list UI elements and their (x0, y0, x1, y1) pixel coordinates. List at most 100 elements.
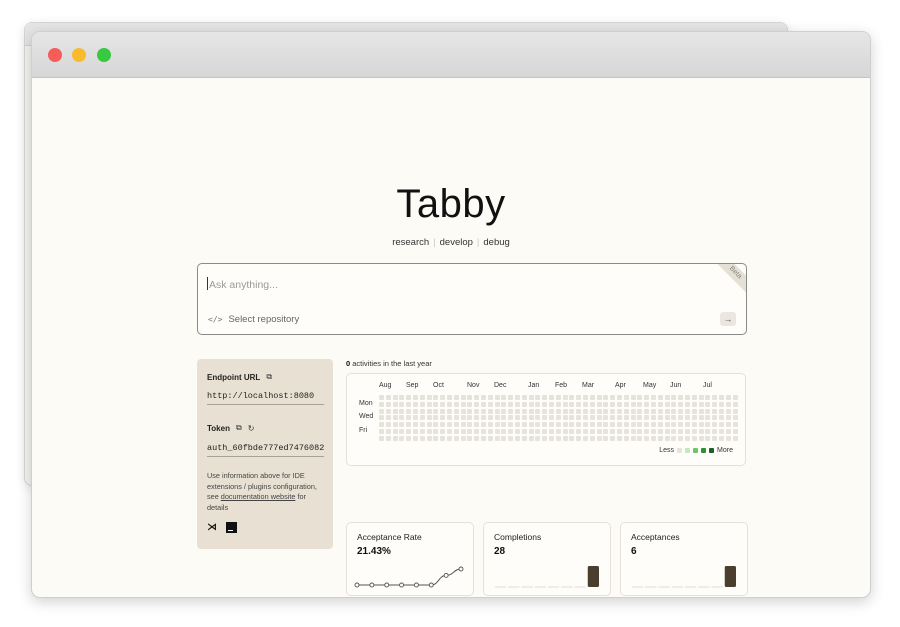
heatmap-cell[interactable] (521, 401, 527, 407)
heatmap-cell[interactable] (637, 422, 643, 428)
heatmap-cell[interactable] (399, 415, 405, 421)
heatmap-cell[interactable] (678, 435, 684, 441)
heatmap-cell[interactable] (596, 429, 602, 434)
heatmap-cell[interactable] (562, 435, 568, 441)
heatmap-cell[interactable] (664, 401, 670, 407)
heatmap-cell[interactable] (419, 408, 425, 414)
heatmap-cell[interactable] (664, 395, 670, 400)
heatmap-cell[interactable] (623, 401, 629, 407)
vscode-icon[interactable]: ⋊ (207, 522, 218, 533)
heatmap-cell[interactable] (542, 429, 548, 434)
heatmap-cell[interactable] (460, 422, 466, 428)
heatmap-cell[interactable] (712, 422, 718, 428)
heatmap-cell[interactable] (515, 429, 520, 434)
heatmap-cell[interactable] (657, 408, 663, 414)
heatmap-cell[interactable] (705, 408, 711, 414)
heatmap-cell[interactable] (447, 408, 452, 414)
heatmap-cell[interactable] (487, 422, 493, 428)
heatmap-cell[interactable] (610, 422, 616, 428)
heatmap-cell[interactable] (399, 395, 405, 400)
heatmap-cell[interactable] (481, 395, 486, 400)
heatmap-cell[interactable] (617, 429, 622, 434)
heatmap-cell[interactable] (487, 395, 493, 400)
heatmap-cell[interactable] (657, 415, 663, 421)
heatmap-cell[interactable] (433, 422, 439, 428)
documentation-link[interactable]: documentation website (221, 492, 296, 501)
heatmap-cell[interactable] (583, 408, 588, 414)
heatmap-cell[interactable] (481, 401, 486, 407)
heatmap-cell[interactable] (691, 429, 697, 434)
heatmap-cell[interactable] (508, 408, 514, 414)
heatmap-cell[interactable] (467, 422, 473, 428)
heatmap-cell[interactable] (719, 415, 724, 421)
heatmap-cell[interactable] (515, 395, 520, 400)
heatmap-cell[interactable] (535, 395, 541, 400)
heatmap-cell[interactable] (657, 422, 663, 428)
heatmap-cell[interactable] (644, 395, 650, 400)
heatmap-cell[interactable] (474, 408, 480, 414)
heatmap-cell[interactable] (392, 422, 398, 428)
heatmap-cell[interactable] (487, 401, 493, 407)
heatmap-cell[interactable] (589, 429, 595, 434)
heatmap-cell[interactable] (712, 435, 718, 441)
heatmap-cell[interactable] (419, 422, 425, 428)
heatmap-cell[interactable] (651, 395, 656, 400)
heatmap-cell[interactable] (576, 435, 582, 441)
heatmap-cell[interactable] (440, 408, 446, 414)
heatmap-cell[interactable] (630, 415, 636, 421)
heatmap-cell[interactable] (413, 401, 418, 407)
heatmap-cell[interactable] (521, 422, 527, 428)
heatmap-cell[interactable] (460, 408, 466, 414)
heatmap-cell[interactable] (603, 395, 609, 400)
heatmap-cell[interactable] (413, 395, 418, 400)
heatmap-cell[interactable] (413, 422, 418, 428)
heatmap-cell[interactable] (691, 422, 697, 428)
heatmap-cell[interactable] (576, 395, 582, 400)
heatmap-cell[interactable] (426, 429, 432, 434)
heatmap-cell[interactable] (515, 408, 520, 414)
heatmap-cell[interactable] (691, 401, 697, 407)
heatmap-cell[interactable] (678, 395, 684, 400)
heatmap-cell[interactable] (549, 435, 554, 441)
heatmap-cell[interactable] (630, 422, 636, 428)
heatmap-cell[interactable] (467, 401, 473, 407)
heatmap-cell[interactable] (732, 415, 738, 421)
heatmap-cell[interactable] (698, 395, 704, 400)
maximize-window-button[interactable] (97, 48, 111, 62)
heatmap-cell[interactable] (528, 435, 534, 441)
heatmap-cell[interactable] (440, 429, 446, 434)
heatmap-cell[interactable] (569, 429, 575, 434)
heatmap-cell[interactable] (644, 435, 650, 441)
heatmap-cell[interactable] (549, 401, 554, 407)
heatmap-cell[interactable] (732, 429, 738, 434)
heatmap-cell[interactable] (657, 429, 663, 434)
heatmap-cell[interactable] (583, 429, 588, 434)
heatmap-cell[interactable] (603, 422, 609, 428)
heatmap-cell[interactable] (447, 415, 452, 421)
heatmap-cell[interactable] (725, 401, 731, 407)
heatmap-cell[interactable] (562, 395, 568, 400)
heatmap-cell[interactable] (610, 408, 616, 414)
heatmap-cell[interactable] (576, 415, 582, 421)
heatmap-cell[interactable] (481, 408, 486, 414)
heatmap-cell[interactable] (494, 401, 500, 407)
heatmap-cell[interactable] (453, 395, 459, 400)
heatmap-cell[interactable] (535, 408, 541, 414)
heatmap-cell[interactable] (413, 408, 418, 414)
heatmap-cell[interactable] (508, 415, 514, 421)
heatmap-cell[interactable] (685, 401, 690, 407)
heatmap-cell[interactable] (379, 415, 384, 421)
heatmap-cell[interactable] (657, 435, 663, 441)
heatmap-cell[interactable] (562, 422, 568, 428)
heatmap-cell[interactable] (406, 415, 412, 421)
heatmap-cell[interactable] (419, 401, 425, 407)
heatmap-cell[interactable] (630, 408, 636, 414)
heatmap-cell[interactable] (583, 395, 588, 400)
heatmap-cell[interactable] (644, 408, 650, 414)
heatmap-cell[interactable] (528, 429, 534, 434)
heatmap-cell[interactable] (617, 395, 622, 400)
heatmap-cell[interactable] (603, 429, 609, 434)
minimize-window-button[interactable] (72, 48, 86, 62)
heatmap-cell[interactable] (637, 395, 643, 400)
heatmap-cell[interactable] (603, 401, 609, 407)
